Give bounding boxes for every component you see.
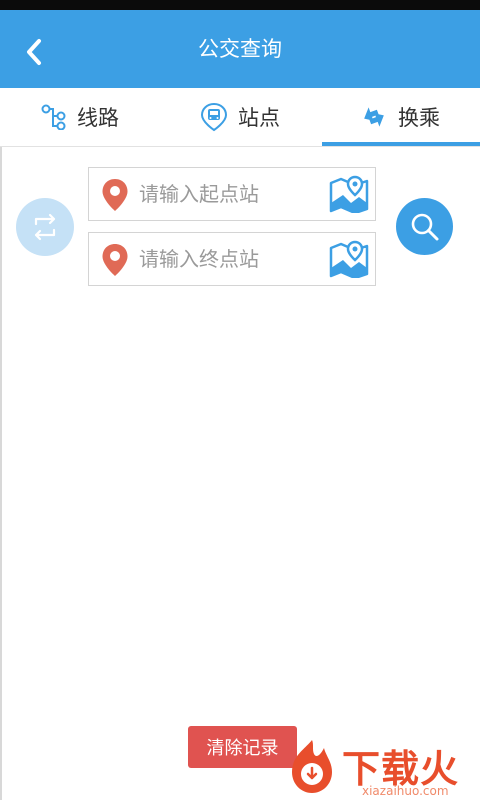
tab-bar: 线路 站点 换乘 [0, 88, 480, 147]
bus-stop-icon [200, 102, 228, 132]
tab-stop-label: 站点 [238, 106, 280, 130]
tab-transfer-label: 换乘 [398, 106, 440, 130]
start-station-input[interactable] [139, 168, 319, 220]
chevron-left-icon [27, 39, 41, 65]
watermark-url: xiazaihuo.com [362, 784, 449, 798]
tab-stop[interactable]: 站点 [160, 88, 320, 146]
end-station-field [88, 232, 376, 286]
end-station-input[interactable] [139, 233, 319, 285]
swap-icon [34, 213, 56, 241]
divider [0, 146, 480, 147]
flame-logo-icon [292, 740, 332, 793]
transfer-icon [360, 103, 388, 131]
tab-route[interactable]: 线路 [0, 88, 160, 146]
search-icon [411, 213, 438, 240]
search-button[interactable] [396, 198, 453, 255]
status-bar [0, 0, 480, 10]
route-icon [41, 104, 67, 130]
location-pin-icon [102, 179, 128, 211]
divider [0, 147, 2, 800]
clear-history-button[interactable]: 清除记录 [188, 726, 297, 768]
tab-transfer[interactable]: 换乘 [320, 88, 480, 146]
location-pin-icon [102, 244, 128, 276]
app-header: 公交查询 [0, 10, 480, 88]
back-button[interactable] [14, 32, 54, 72]
page-title: 公交查询 [198, 37, 282, 61]
tab-route-label: 线路 [77, 106, 119, 130]
watermark: 下载火 xiazaihuo.com [282, 736, 480, 800]
start-station-field [88, 167, 376, 221]
map-icon[interactable] [329, 240, 369, 278]
map-icon[interactable] [329, 175, 369, 213]
swap-stations-button[interactable] [16, 198, 74, 256]
